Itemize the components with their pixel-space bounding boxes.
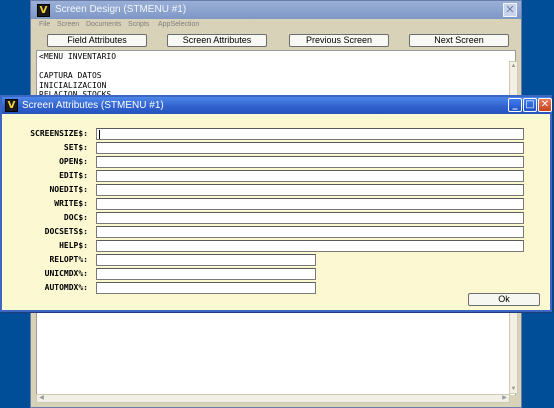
app-logo-icon: V: [37, 4, 50, 17]
screensize-field[interactable]: [96, 128, 524, 140]
write-label: WRITE$:: [54, 199, 88, 208]
screen-attributes-button[interactable]: Screen Attributes: [167, 34, 267, 47]
menu-documents[interactable]: Documents: [86, 21, 121, 28]
docsets-label: DOCSETS$:: [44, 227, 88, 236]
doc-field[interactable]: [96, 212, 524, 224]
automdx-label: AUTOMDX%:: [44, 283, 88, 292]
open-label: OPEN$:: [59, 157, 88, 166]
open-field[interactable]: [96, 156, 524, 168]
scroll-right-icon[interactable]: ▶: [500, 395, 509, 402]
minimize-icon[interactable]: _: [508, 98, 522, 112]
scroll-left-icon[interactable]: ◀: [37, 395, 46, 402]
scroll-up-icon[interactable]: ▲: [510, 62, 517, 70]
help-field[interactable]: [96, 240, 524, 252]
screen-attributes-dialog: V Screen Attributes (STMENU #1) _ □ ✕ SC…: [0, 95, 552, 312]
relopt-field[interactable]: [96, 254, 316, 266]
dialog-titlebar[interactable]: V Screen Attributes (STMENU #1) _ □ ✕: [2, 97, 552, 114]
menu-appselection[interactable]: AppSelection: [158, 21, 199, 28]
unicmdx-field[interactable]: [96, 268, 316, 280]
docsets-field[interactable]: [96, 226, 524, 238]
listing-line: [39, 62, 513, 72]
scroll-down-icon[interactable]: ▼: [510, 385, 517, 393]
menu-scripts[interactable]: Scripts: [128, 21, 149, 28]
relopt-label: RELOPT%:: [49, 255, 88, 264]
set-field[interactable]: [96, 142, 524, 154]
field-attributes-button[interactable]: Field Attributes: [47, 34, 147, 47]
unicmdx-label: UNICMDX%:: [44, 269, 88, 278]
ok-button[interactable]: Ok: [468, 293, 540, 306]
app-logo-icon: V: [5, 99, 18, 112]
listing-line: CAPTURA DATOS: [39, 71, 102, 80]
dialog-title: Screen Attributes (STMENU #1): [22, 100, 164, 111]
write-field[interactable]: [96, 198, 524, 210]
set-label: SET$:: [63, 143, 88, 152]
listing-lower-area[interactable]: [36, 313, 516, 395]
noedit-field[interactable]: [96, 184, 524, 196]
edit-field[interactable]: [96, 170, 524, 182]
listing-line: INICIALIZACION: [39, 80, 107, 90]
close-icon[interactable]: ✕: [538, 98, 552, 112]
automdx-field[interactable]: [96, 282, 316, 294]
menu-file[interactable]: File: [39, 21, 50, 28]
noedit-label: NOEDIT$:: [49, 185, 88, 194]
window-titlebar[interactable]: V Screen Design (STMENU #1) ✕: [31, 1, 521, 19]
screensize-label: SCREENSIZE$:: [30, 129, 88, 138]
maximize-icon[interactable]: □: [523, 98, 537, 112]
edit-label: EDIT$:: [59, 171, 88, 180]
next-screen-button[interactable]: Next Screen: [409, 34, 509, 47]
help-label: HELP$:: [59, 241, 88, 250]
menu-bar: File Screen Documents Scripts AppSelecti…: [31, 19, 521, 31]
menu-screen[interactable]: Screen: [57, 21, 79, 28]
horizontal-scrollbar[interactable]: ◀ ▶: [36, 394, 510, 403]
doc-label: DOC$:: [63, 213, 88, 222]
close-icon[interactable]: ✕: [503, 3, 517, 17]
listing-line: <MENU INVENTARIO: [39, 52, 117, 61]
text-cursor: [99, 130, 100, 139]
previous-screen-button[interactable]: Previous Screen: [289, 34, 389, 47]
window-title: Screen Design (STMENU #1): [55, 4, 187, 15]
